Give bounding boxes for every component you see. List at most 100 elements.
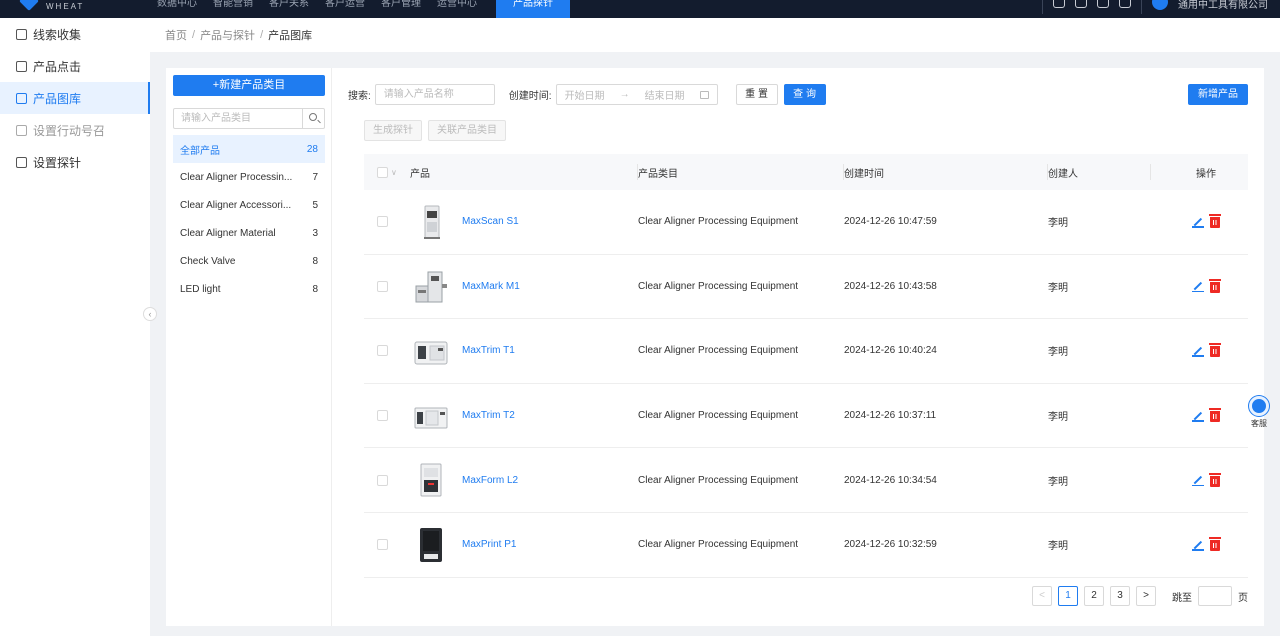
sidebar-item-product-gallery[interactable]: 产品图库 [0, 82, 150, 114]
screen-icon[interactable] [1053, 0, 1065, 8]
row-checkbox[interactable] [377, 280, 388, 292]
row-checkbox[interactable] [377, 410, 388, 422]
sidebar-item-leads[interactable]: 线索收集 [0, 18, 150, 50]
user-company[interactable]: 通用中工具有限公司 [1178, 0, 1268, 11]
product-search-input[interactable]: 请输入产品名称 [374, 84, 495, 105]
page-button[interactable]: 2 [1084, 586, 1104, 606]
trash-icon[interactable] [1209, 214, 1221, 229]
category-name: 全部产品 [180, 145, 220, 157]
date-range-picker[interactable]: 开始日期 → 结束日期 [555, 84, 718, 105]
product-table: ∨ 产品 产品类目 创建时间 创建人 操作 MaxScan S1 Clear A… [364, 154, 1248, 578]
product-pane: 搜索: 请输入产品名称 创建时间: 开始日期 → 结束日期 重 置 查 询 新增… [348, 68, 1264, 626]
product-thumbnail[interactable] [414, 527, 448, 563]
table-row: MaxMark M1 Clear Aligner Processing Equi… [364, 255, 1248, 320]
category-count: 8 [312, 255, 318, 267]
page-button[interactable]: 1 [1058, 586, 1078, 606]
product-name-link[interactable]: MaxScan S1 [462, 216, 519, 227]
category-count: 7 [312, 171, 318, 183]
category-count: 3 [312, 227, 318, 239]
start-date-input[interactable]: 开始日期 [565, 87, 605, 102]
customer-service-label: 客服 [1251, 419, 1267, 428]
end-date-input[interactable]: 结束日期 [645, 87, 685, 102]
product-name-link[interactable]: MaxMark M1 [462, 281, 520, 292]
product-category: Clear Aligner Processing Equipment [638, 410, 799, 422]
new-category-button[interactable]: +新建产品类目 [173, 75, 325, 96]
category-item[interactable]: Check Valve 8 [173, 247, 325, 275]
product-name-link[interactable]: MaxTrim T1 [462, 345, 515, 356]
header-product: 产品 [410, 168, 430, 180]
trash-icon[interactable] [1209, 343, 1221, 358]
top-nav-item[interactable]: 客户关系 [262, 0, 316, 18]
header-category: 产品类目 [638, 168, 678, 180]
breadcrumb-parent[interactable]: 产品与探针 [200, 27, 255, 43]
created-time: 2024-12-26 10:37:11 [844, 410, 937, 422]
product-name-link[interactable]: MaxTrim T2 [462, 410, 515, 421]
row-checkbox[interactable] [377, 345, 388, 357]
edit-icon[interactable] [1192, 539, 1204, 551]
category-item[interactable]: Clear Aligner Material 3 [173, 219, 325, 247]
query-button[interactable]: 查 询 [783, 84, 826, 105]
sidebar-item-call-to-action[interactable]: 设置行动号召 [0, 114, 150, 146]
category-item[interactable]: Clear Aligner Processin... 7 [173, 163, 325, 191]
select-all-checkbox[interactable] [377, 166, 388, 178]
trash-icon[interactable] [1209, 408, 1221, 423]
page-button[interactable]: 3 [1110, 586, 1130, 606]
generate-probe-button[interactable]: 生成探针 [364, 120, 422, 141]
row-checkbox[interactable] [377, 539, 388, 551]
top-nav-item[interactable]: 客户运营 [318, 0, 372, 18]
link-category-button[interactable]: 关联产品类目 [428, 120, 506, 141]
created-time: 2024-12-26 10:34:54 [844, 474, 937, 486]
edit-icon[interactable] [1192, 410, 1204, 422]
edit-icon[interactable] [1192, 216, 1204, 228]
top-nav-item-active[interactable]: 产品探针 [496, 0, 570, 18]
breadcrumb: 首页 / 产品与探针 / 产品图库 [150, 18, 1280, 52]
row-checkbox[interactable] [377, 216, 388, 228]
category-search-button[interactable] [302, 109, 324, 128]
edit-icon[interactable] [1192, 474, 1204, 487]
prev-page-button[interactable]: < [1032, 586, 1052, 606]
bell-icon[interactable] [1119, 0, 1131, 8]
category-list: 全部产品 28 Clear Aligner Processin... 7 Cle… [173, 135, 325, 303]
list-icon [16, 156, 27, 168]
top-nav-item[interactable]: 数据中心 [150, 0, 204, 18]
product-thumbnail[interactable] [414, 333, 448, 369]
next-page-button[interactable]: > [1136, 586, 1156, 606]
category-item[interactable]: Clear Aligner Accessori... 5 [173, 191, 325, 219]
edit-icon[interactable] [1192, 345, 1204, 357]
trash-icon[interactable] [1209, 278, 1221, 293]
sidebar-item-product-clicks[interactable]: 产品点击 [0, 50, 150, 82]
jump-page-input[interactable] [1198, 586, 1232, 606]
product-thumbnail[interactable] [414, 204, 448, 240]
top-nav-item[interactable]: 智能营销 [206, 0, 260, 18]
top-nav-item[interactable]: 运营中心 [430, 0, 484, 18]
category-search-input[interactable] [174, 109, 302, 128]
calendar-icon [699, 90, 709, 99]
product-name-link[interactable]: MaxForm L2 [462, 475, 518, 486]
top-nav-item[interactable]: 客户管理 [374, 0, 428, 18]
product-thumbnail[interactable] [414, 462, 448, 498]
reset-button[interactable]: 重 置 [735, 84, 778, 105]
trash-icon[interactable] [1209, 472, 1221, 487]
sidebar-item-probe-settings[interactable]: 设置探针 [0, 146, 150, 178]
category-item-all[interactable]: 全部产品 28 [173, 135, 325, 163]
row-checkbox[interactable] [377, 474, 388, 486]
product-thumbnail[interactable] [414, 268, 448, 304]
edit-icon[interactable] [1192, 280, 1204, 293]
collapse-sidebar-button[interactable]: ‹ [143, 307, 157, 321]
add-product-button[interactable]: 新增产品 [1188, 84, 1248, 105]
help-icon[interactable] [1075, 0, 1087, 8]
category-name: Check Valve [180, 255, 236, 267]
search-label: 搜索: [348, 91, 371, 102]
product-name-link[interactable]: MaxPrint P1 [462, 539, 516, 550]
trash-icon[interactable] [1209, 537, 1221, 552]
creator: 李明 [1048, 347, 1068, 359]
message-icon[interactable] [1097, 0, 1109, 8]
breadcrumb-home[interactable]: 首页 [165, 27, 187, 43]
avatar[interactable] [1152, 0, 1168, 10]
sidebar-item-label: 产品图库 [33, 91, 82, 106]
customer-service-button[interactable]: 客服 [1246, 396, 1272, 432]
category-item[interactable]: LED light 8 [173, 275, 325, 303]
product-category: Clear Aligner Processing Equipment [638, 539, 799, 551]
chevron-down-icon[interactable]: ∨ [391, 168, 397, 177]
product-thumbnail[interactable] [414, 398, 448, 434]
